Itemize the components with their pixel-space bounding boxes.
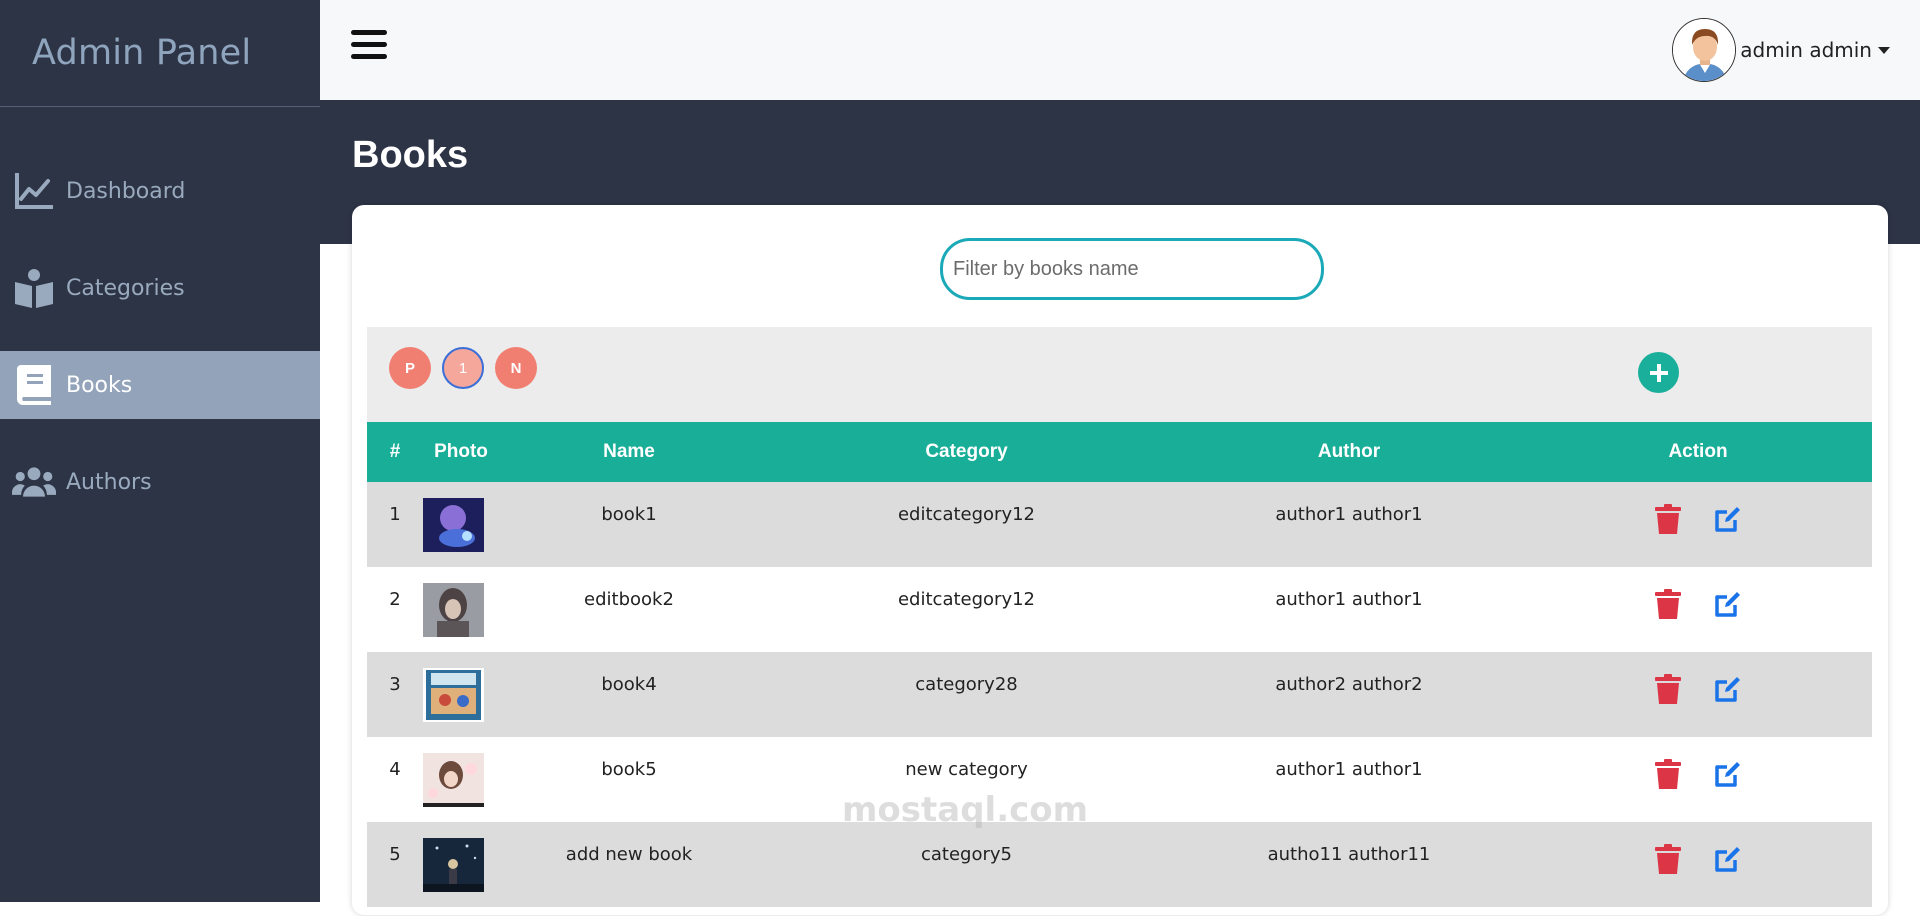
row-number: 2: [389, 589, 401, 610]
book-photo: [423, 482, 499, 567]
table-row: 2 editbook2 editcategory12 author1 autho…: [367, 567, 1872, 652]
column-header-number: #: [389, 441, 401, 462]
page-1-button[interactable]: 1: [442, 347, 484, 389]
row-actions: [1524, 822, 1872, 907]
book-category: editcategory12: [897, 504, 1035, 525]
trash-icon[interactable]: [1653, 844, 1683, 874]
row-number: 3: [389, 674, 401, 695]
book-author: autho11 author11: [1267, 844, 1431, 865]
column-header-category: Category: [925, 441, 1008, 462]
sidebar-item-categories[interactable]: Categories: [0, 254, 320, 322]
sidebar-item-authors[interactable]: Authors: [0, 448, 320, 516]
edit-icon[interactable]: [1713, 844, 1743, 874]
book-author: author2 author2: [1275, 674, 1423, 695]
row-number: 5: [389, 844, 401, 865]
trash-icon[interactable]: [1653, 589, 1683, 619]
book-photo: [423, 567, 499, 652]
sidebar-item-label: Books: [66, 372, 133, 398]
book-author: author1 author1: [1275, 759, 1423, 780]
chart-line-icon: [12, 169, 56, 213]
row-number: 4: [389, 759, 401, 780]
books-card: P 1 N # Photo Name Category Author Actio…: [352, 205, 1888, 915]
avatar: [1672, 18, 1737, 82]
book-photo: [423, 652, 499, 737]
book-name: editbook2: [584, 589, 674, 610]
book-category: editcategory12: [897, 589, 1035, 610]
column-header-photo: Photo: [434, 441, 488, 462]
caret-down-icon: [1878, 46, 1890, 54]
row-actions: [1524, 737, 1872, 822]
book-name: book5: [601, 759, 657, 780]
sidebar-item-label: Categories: [66, 275, 185, 301]
plus-icon: [1649, 363, 1668, 382]
user-menu[interactable]: admin admin: [1672, 18, 1890, 82]
book-photo: [423, 737, 499, 822]
search-input[interactable]: [940, 238, 1324, 300]
table-row: 4 book5 new category author1 author1: [367, 737, 1872, 822]
sidebar: Admin Panel Dashboard Categories Books A…: [0, 0, 320, 902]
sidebar-item-books[interactable]: Books: [0, 351, 320, 419]
table-header-row: # Photo Name Category Author Action: [367, 422, 1872, 482]
edit-icon[interactable]: [1713, 759, 1743, 789]
prev-page-button[interactable]: P: [389, 347, 431, 389]
book-name: book4: [601, 674, 657, 695]
brand: Admin Panel: [0, 0, 320, 107]
books-table: # Photo Name Category Author Action 1 bo…: [367, 422, 1872, 907]
column-header-author: Author: [1317, 441, 1381, 462]
book-category: category5: [920, 844, 1012, 865]
sidebar-item-label: Authors: [66, 469, 152, 495]
users-icon: [12, 460, 56, 504]
edit-icon[interactable]: [1713, 674, 1743, 704]
row-number: 1: [389, 504, 401, 525]
user-name: admin admin: [1740, 38, 1872, 62]
column-header-action: Action: [1668, 441, 1728, 462]
row-actions: [1524, 482, 1872, 567]
edit-icon[interactable]: [1713, 504, 1743, 534]
book-photo: [423, 822, 499, 907]
sidebar-item-label: Dashboard: [66, 178, 186, 204]
row-actions: [1524, 567, 1872, 652]
next-page-button[interactable]: N: [495, 347, 537, 389]
book-author: author1 author1: [1275, 504, 1423, 525]
pagination-bar: P 1 N: [367, 327, 1872, 422]
book-author: author1 author1: [1275, 589, 1423, 610]
book-name: book1: [601, 504, 657, 525]
topbar: admin admin: [320, 0, 1920, 100]
app-title[interactable]: Admin Panel: [32, 33, 251, 73]
edit-icon[interactable]: [1713, 589, 1743, 619]
trash-icon[interactable]: [1653, 674, 1683, 704]
open-book-icon: [12, 266, 56, 310]
table-row: 5 add new book category5 autho11 author1…: [367, 822, 1872, 907]
column-header-name: Name: [603, 441, 655, 462]
add-book-button[interactable]: [1638, 352, 1679, 393]
table-row: 3 book4 category28 author2 author2: [367, 652, 1872, 737]
book-category: new category: [905, 759, 1028, 780]
book-name: add new book: [565, 844, 693, 865]
table-row: 1 book1 editcategory12 author1 author1: [367, 482, 1872, 567]
book-icon: [12, 363, 56, 407]
trash-icon[interactable]: [1653, 759, 1683, 789]
sidebar-item-dashboard[interactable]: Dashboard: [0, 157, 320, 225]
sidebar-nav: Dashboard Categories Books Authors: [0, 157, 320, 516]
book-category: category28: [915, 674, 1018, 695]
hamburger-menu-icon[interactable]: [351, 30, 387, 62]
row-actions: [1524, 652, 1872, 737]
trash-icon[interactable]: [1653, 504, 1683, 534]
page-title: Books: [352, 134, 469, 176]
